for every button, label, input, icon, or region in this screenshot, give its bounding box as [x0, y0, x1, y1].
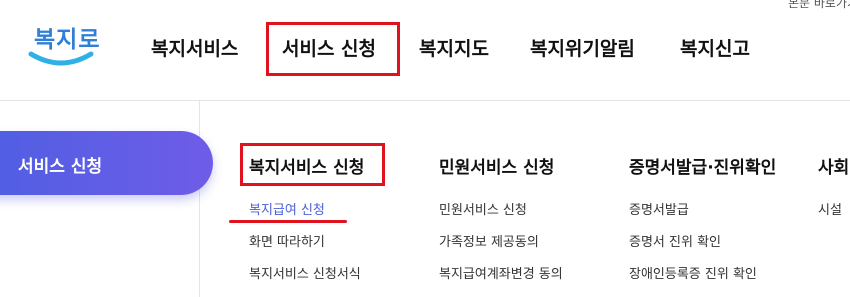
link-family-info-consent[interactable]: 가족정보 제공동의 — [439, 231, 539, 250]
header-divider — [0, 100, 850, 101]
gnb-welfare-crisis-alert[interactable]: 복지위기알림 — [530, 34, 635, 61]
column-title-social[interactable]: 사회 — [818, 153, 849, 178]
sidebar-active-label: 서비스 신청 — [18, 157, 103, 177]
logo-text: 복지로 — [34, 27, 101, 53]
link-civil-service-application[interactable]: 민원서비스 신청 — [439, 199, 527, 218]
gnb-welfare-report[interactable]: 복지신고 — [680, 34, 750, 61]
link-welfare-benefit-application[interactable]: 복지급여 신청 — [249, 199, 325, 218]
link-disability-card-verification[interactable]: 장애인등록증 진위 확인 — [629, 263, 757, 282]
site-logo[interactable]: 복지로 — [22, 20, 102, 76]
column-title-certificates[interactable]: 증명서발급·진위확인 — [629, 153, 776, 178]
link-certificate-issuance[interactable]: 증명서발급 — [629, 199, 689, 218]
link-benefit-account-change[interactable]: 복지급여계좌변경 동의 — [439, 263, 563, 282]
link-welfare-application-forms[interactable]: 복지서비스 신청서식 — [249, 263, 361, 282]
link-screen-guide[interactable]: 화면 따라하기 — [249, 231, 325, 250]
skip-to-content-link[interactable]: 본문 바로가기 — [788, 0, 850, 11]
gnb-welfare-map[interactable]: 복지지도 — [419, 34, 489, 61]
highlight-underline — [229, 220, 347, 223]
highlight-box-column — [240, 143, 385, 186]
logo-smile-icon — [28, 51, 94, 66]
gnb-welfare-services[interactable]: 복지서비스 — [151, 34, 238, 61]
column-title-civil-service[interactable]: 민원서비스 신청 — [439, 153, 554, 178]
highlight-box-gnb — [266, 22, 400, 76]
link-facility[interactable]: 시설 — [818, 199, 842, 218]
link-certificate-verification[interactable]: 증명서 진위 확인 — [629, 231, 721, 250]
sidebar-divider — [199, 101, 200, 297]
